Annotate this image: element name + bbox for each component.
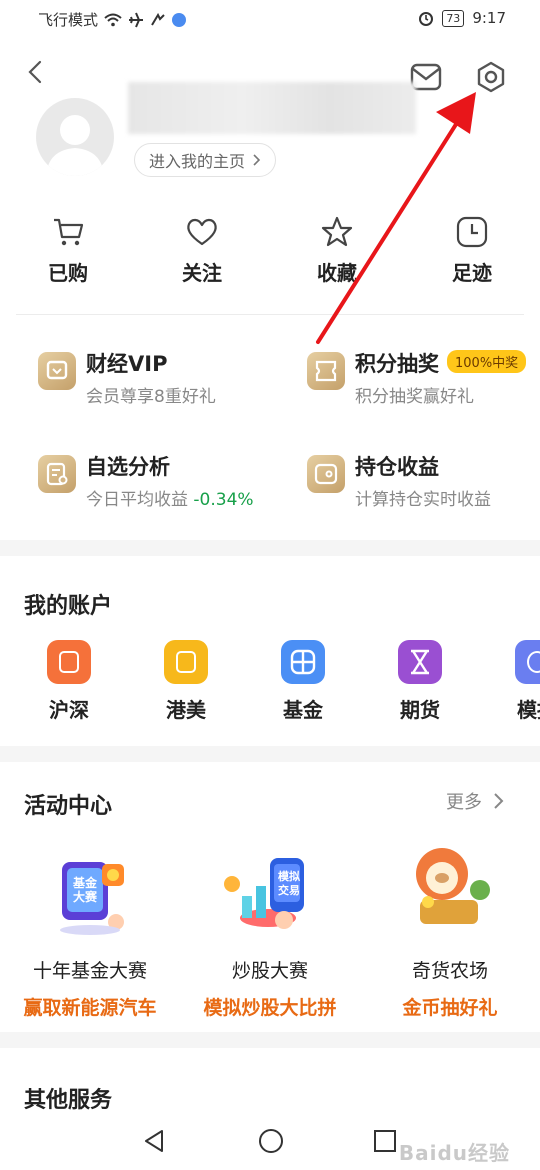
section-title: 活动中心	[24, 794, 113, 819]
feature-title: 积分抽奖	[355, 352, 439, 376]
chevron-right-icon	[494, 793, 504, 809]
cart-icon	[54, 218, 84, 246]
activity-center-section: 活动中心 更多 基金大赛 十年基金大赛 赢取新能源汽车 模拟交易 炒股大赛 模拟…	[0, 762, 540, 1032]
my-homepage-label: 进入我的主页	[149, 152, 246, 171]
system-nav-bar: Baidu经验	[0, 1112, 540, 1170]
account-label: 基金	[283, 698, 323, 722]
section-title: 我的账户	[24, 594, 113, 619]
activity-subtitle: 模拟炒股大比拼	[203, 997, 337, 1019]
app-notification-icon	[172, 12, 187, 27]
feature-title: 财经VIP	[86, 352, 168, 376]
profile-header: 进入我的主页 已购 关注 收藏 足迹 财经VIP 会员尊享8重好礼 积分抽奖 1…	[0, 40, 540, 540]
divider	[16, 314, 524, 315]
vip-icon	[38, 352, 76, 390]
a-share-icon	[47, 640, 91, 684]
stock-contest-illustration: 模拟交易	[220, 838, 320, 938]
feature-watchlist-analysis[interactable]: 自选分析 今日平均收益 -0.34%	[38, 451, 278, 521]
lottery-icon	[307, 352, 345, 390]
section-title: 其他服务	[24, 1088, 113, 1113]
battery-indicator: 73	[442, 9, 465, 27]
activity-subtitle: 金币抽好礼	[402, 997, 498, 1019]
simulation-icon	[515, 640, 540, 684]
account-label: 期货	[400, 698, 440, 722]
my-accounts-section: 我的账户 沪深 港美 基金 期货 模拟	[0, 556, 540, 746]
star-icon	[321, 216, 353, 247]
quick-action-label: 足迹	[452, 261, 492, 285]
nav-home-icon[interactable]	[256, 1126, 286, 1156]
farm-illustration	[400, 838, 500, 938]
signal-icon	[151, 12, 165, 26]
wallet-icon	[307, 455, 345, 493]
feature-title: 持仓收益	[355, 455, 439, 479]
quick-action-label: 收藏	[317, 261, 357, 285]
quick-action-favorites[interactable]: 收藏	[297, 215, 377, 286]
fund-contest-pic-text: 基金大赛	[72, 876, 97, 904]
quick-action-history[interactable]: 足迹	[432, 215, 512, 286]
avg-return-label: 今日平均收益	[86, 490, 194, 510]
quick-action-follow[interactable]: 关注	[162, 215, 242, 286]
clock-icon	[456, 216, 488, 248]
feature-subtitle: 计算持仓实时收益	[355, 490, 491, 510]
hk-us-stock-icon	[164, 640, 208, 684]
feature-title: 自选分析	[86, 455, 170, 479]
account-hk-us[interactable]: 港美	[146, 640, 226, 723]
chevron-right-icon	[253, 154, 261, 166]
activity-title: 十年基金大赛	[32, 960, 147, 982]
win-rate-badge: 100%中奖	[447, 350, 527, 373]
settings-icon[interactable]	[474, 60, 508, 94]
default-avatar-icon	[46, 115, 104, 176]
analysis-icon	[38, 455, 76, 493]
alarm-icon	[419, 12, 434, 26]
feature-finance-vip[interactable]: 财经VIP 会员尊享8重好礼	[38, 348, 278, 418]
my-homepage-link[interactable]: 进入我的主页	[134, 143, 277, 177]
feature-subtitle: 积分抽奖赢好礼	[355, 387, 474, 407]
more-label: 更多	[446, 792, 482, 813]
airplane-mode-label: 飞行模式	[38, 11, 99, 29]
account-fund[interactable]: 基金	[263, 640, 343, 723]
wifi-icon	[104, 13, 122, 26]
activity-stock-contest[interactable]: 模拟交易 炒股大赛 模拟炒股大比拼	[180, 838, 360, 1020]
feature-subtitle: 会员尊享8重好礼	[86, 387, 216, 407]
status-bar: 飞行模式 73 9:17	[0, 0, 540, 40]
activity-title: 奇货农场	[411, 960, 488, 982]
clock-time: 9:17	[472, 9, 506, 27]
account-shanghai-shenzhen[interactable]: 沪深	[29, 640, 109, 723]
futures-icon	[398, 640, 442, 684]
quick-action-label: 已购	[48, 261, 88, 285]
stock-contest-pic-text: 模拟交易	[278, 870, 300, 897]
account-label: 沪深	[49, 698, 89, 722]
account-label: 模拟	[517, 698, 540, 722]
feature-subtitle: 今日平均收益 -0.34%	[86, 485, 254, 510]
fund-contest-illustration: 基金大赛	[40, 838, 140, 938]
account-simulation[interactable]: 模拟	[497, 640, 540, 723]
avatar[interactable]	[36, 98, 114, 176]
activity-title: 炒股大赛	[231, 960, 308, 982]
activity-fund-contest[interactable]: 基金大赛 十年基金大赛 赢取新能源汽车	[0, 838, 180, 1020]
account-futures[interactable]: 期货	[380, 640, 460, 723]
nav-recents-icon[interactable]	[370, 1126, 400, 1156]
username-blurred	[128, 82, 416, 134]
more-link[interactable]: 更多	[446, 788, 504, 814]
quick-action-purchased[interactable]: 已购	[28, 215, 108, 286]
avg-return-value: -0.34%	[193, 490, 254, 510]
feature-holdings-return[interactable]: 持仓收益 计算持仓实时收益	[307, 451, 540, 521]
activity-subtitle: 赢取新能源汽车	[23, 997, 157, 1019]
nav-back-icon[interactable]	[140, 1126, 170, 1156]
activity-farm[interactable]: 奇货农场 金币抽好礼	[360, 838, 540, 1020]
fund-icon	[281, 640, 325, 684]
quick-action-label: 关注	[182, 261, 222, 285]
airplane-icon	[129, 12, 144, 27]
account-label: 港美	[166, 698, 206, 722]
feature-points-lottery[interactable]: 积分抽奖 100%中奖 积分抽奖赢好礼	[307, 348, 540, 418]
watermark: Baidu经验	[398, 1141, 510, 1165]
back-icon[interactable]	[22, 58, 50, 86]
heart-icon	[187, 218, 217, 246]
